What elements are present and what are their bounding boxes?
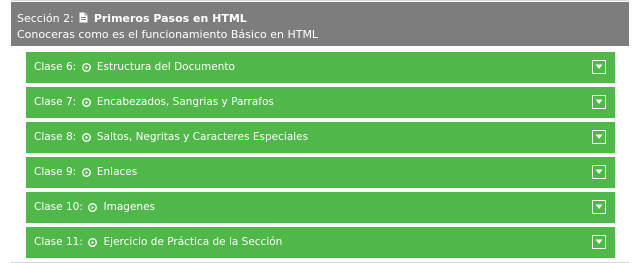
lesson-item[interactable]: Clase 8: Saltos, Negritas y Caracteres E… [26,122,615,153]
lesson-title: Ejercicio de Práctica de la Sección [103,236,283,248]
section-title-line: Sección 2: Primeros Pasos en HTML [17,11,629,27]
lesson-title: Estructura del Documento [96,61,235,73]
lesson-item[interactable]: Clase 7: Encabezados, Sangrias y Parrafo… [26,87,615,118]
section-number: Sección 2: [17,12,74,25]
top-divider [11,0,629,1]
lesson-item[interactable]: Clase 6: Estructura del Documento [26,52,615,83]
play-circle-icon [81,54,91,85]
expand-toggle-icon[interactable] [592,165,606,179]
expand-toggle-icon[interactable] [592,130,606,144]
lesson-item[interactable]: Clase 10: Imagenes [26,192,615,223]
section-subtitle: Conoceras como es el funcionamiento Bási… [17,28,319,41]
lesson-number: Clase 6: [34,61,77,73]
lesson-item[interactable]: Clase 9: Enlaces [26,157,615,188]
document-icon [79,12,88,27]
lesson-number: Clase 7: [34,96,77,108]
lesson-list: Clase 6: Estructura del Documento Clase … [26,52,615,262]
lesson-number: Clase 8: [34,131,77,143]
play-circle-icon [81,124,91,155]
lesson-number: Clase 11: [34,236,83,248]
lesson-number: Clase 10: [34,201,83,213]
section-header[interactable]: Sección 2: Primeros Pasos en HTML Conoce… [11,2,629,46]
expand-toggle-icon[interactable] [592,60,606,74]
expand-toggle-icon[interactable] [592,235,606,249]
lesson-item[interactable]: Clase 11: Ejercicio de Práctica de la Se… [26,227,615,258]
lesson-number: Clase 9: [34,166,77,178]
lesson-title: Imagenes [103,201,156,213]
play-circle-icon [81,89,91,120]
lesson-title: Enlaces [96,166,138,178]
play-circle-icon [81,159,91,190]
play-circle-icon [88,194,98,225]
lesson-title: Saltos, Negritas y Caracteres Especiales [96,131,309,143]
section-title: Primeros Pasos en HTML [93,12,247,25]
expand-toggle-icon[interactable] [592,95,606,109]
expand-toggle-icon[interactable] [592,200,606,214]
course-page: Sección 2: Primeros Pasos en HTML Conoce… [0,0,640,263]
lesson-title: Encabezados, Sangrias y Parrafos [96,96,274,108]
play-circle-icon [88,229,98,260]
